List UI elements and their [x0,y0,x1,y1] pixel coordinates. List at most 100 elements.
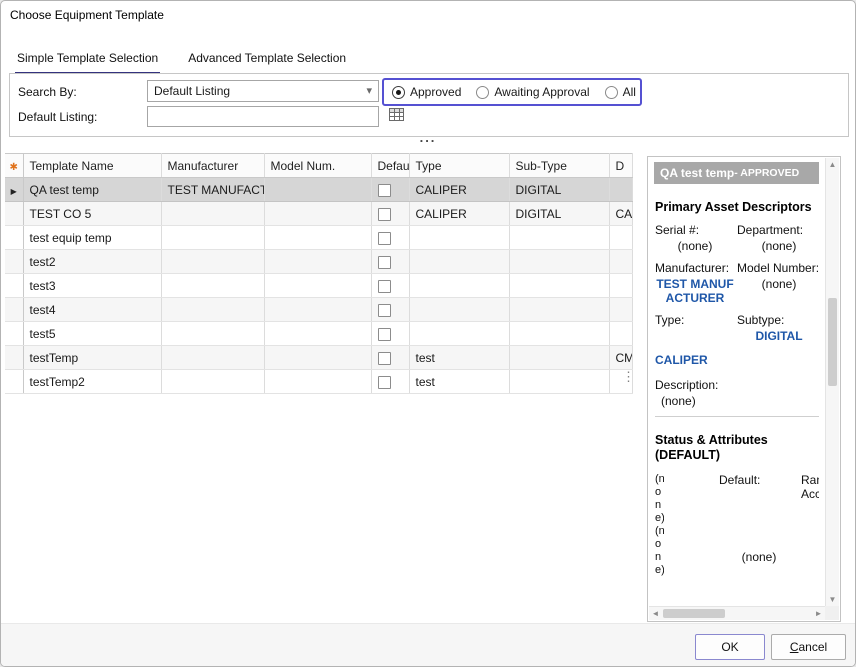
preview-horizontal-scrollbar[interactable]: ◄ ► [649,606,825,620]
row-indicator [5,370,23,394]
cell-template-name: TEST CO 5 [23,202,161,226]
row-indicator [5,226,23,250]
department-value: (none) [737,239,819,253]
scroll-right-icon[interactable]: ► [812,607,825,620]
scroll-down-icon[interactable]: ▼ [826,593,839,606]
cell-manufacturer [161,202,264,226]
cell-model-num [264,202,371,226]
cell-manufacturer [161,346,264,370]
cell-model-num [264,298,371,322]
column-header-default[interactable]: Defau [371,154,409,178]
chevron-down-icon: ▾ [366,84,372,97]
department-label: Department: [737,223,819,237]
radio-label: Approved [410,85,461,99]
cell-description [609,250,632,274]
ok-button[interactable]: OK [695,634,765,660]
radio-option-approved[interactable]: Approved [392,85,461,99]
tab-advanced-template-selection[interactable]: Advanced Template Selection [186,47,348,75]
cell-template-name: testTemp [23,346,161,370]
subtype-value: DIGITAL [737,329,819,343]
current-row-arrow-icon: ▶ [11,187,17,196]
vertical-scroll-thumb[interactable] [828,298,837,386]
cell-type [409,274,509,298]
cell-model-num [264,274,371,298]
preview-vertical-scrollbar[interactable]: ▲ ▼ [825,158,839,606]
column-header-manufacturer[interactable]: Manufacturer [161,154,264,178]
table-row[interactable]: test4 [5,298,632,322]
cell-default [371,370,409,394]
default-checkbox[interactable] [378,304,391,317]
section-divider [655,416,819,417]
column-header-model-num[interactable]: Model Num. [264,154,371,178]
default-checkbox[interactable] [378,376,391,389]
default-checkbox[interactable] [378,232,391,245]
cell-type: CALIPER [409,202,509,226]
grid-header-row: ✱ Template Name Manufacturer Model Num. … [5,154,632,178]
cell-type: CALIPER [409,178,509,202]
listing-grid-icon[interactable] [388,108,405,123]
radio-label: All [623,85,636,99]
column-header-template-name[interactable]: Template Name [23,154,161,178]
search-by-dropdown[interactable]: Default Listing ▾ [147,80,379,102]
radio-unselected-icon [476,86,489,99]
choose-equipment-template-dialog: Choose Equipment Template Simple Templat… [0,0,856,667]
default-checkbox[interactable] [378,328,391,341]
column-header-type[interactable]: Type [409,154,509,178]
horizontal-scroll-thumb[interactable] [663,609,725,618]
new-row-marker-icon: ✱ [10,162,18,173]
manufacturer-label: Manufacturer: [655,261,735,275]
column-header-description[interactable]: D [609,154,632,178]
cell-model-num [264,322,371,346]
row-indicator [5,298,23,322]
radio-option-all[interactable]: All [605,85,636,99]
default-checkbox[interactable] [378,256,391,269]
radio-selected-icon [392,86,405,99]
model-number-label: Model Number: [737,261,819,275]
table-row[interactable]: ▶ QA test temp TEST MANUFACTUR CALIPER D… [5,178,632,202]
vertical-splitter-handle[interactable]: ⋮ [622,373,632,381]
scroll-up-icon[interactable]: ▲ [826,158,839,171]
tab-simple-template-selection[interactable]: Simple Template Selection [15,47,160,75]
cell-sub-type: DIGITAL [509,202,609,226]
radio-option-awaiting-approval[interactable]: Awaiting Approval [476,85,589,99]
default-listing-input[interactable] [147,106,379,127]
table-row[interactable]: testTemp2 test [5,370,632,394]
table-row[interactable]: test5 [5,322,632,346]
range-accuracy-value: (none)(none) [655,473,664,606]
cell-type: test [409,370,509,394]
serial-label: Serial #: [655,223,735,237]
horizontal-splitter-handle[interactable]: ... [1,131,855,145]
cell-default [371,346,409,370]
cancel-button[interactable]: Cancel [771,634,846,660]
description-label: Description: [655,378,819,392]
table-row[interactable]: testTemp test CM [5,346,632,370]
table-row[interactable]: TEST CO 5 CALIPER DIGITAL CA [5,202,632,226]
default-checkbox[interactable] [378,280,391,293]
table-row[interactable]: test2 [5,250,632,274]
default-checkbox[interactable] [378,208,391,221]
cell-description [609,274,632,298]
radio-unselected-icon [605,86,618,99]
template-grid: ✱ Template Name Manufacturer Model Num. … [5,153,633,394]
default-value: (none) [719,550,799,603]
cell-sub-type [509,322,609,346]
scroll-left-icon[interactable]: ◄ [649,607,662,620]
default-checkbox[interactable] [378,184,391,197]
default-label: Default: [719,473,799,540]
column-header-sub-type[interactable]: Sub-Type [509,154,609,178]
preview-status-badge: - APPROVED [734,167,799,179]
default-listing-label: Default Listing: [18,110,97,124]
preview-panel: QA test temp - APPROVED Primary Asset De… [647,156,841,622]
default-checkbox[interactable] [378,352,391,365]
cell-model-num [264,226,371,250]
cell-manufacturer [161,226,264,250]
cell-sub-type [509,346,609,370]
table-row[interactable]: test equip temp [5,226,632,250]
table-row[interactable]: test3 [5,274,632,298]
row-indicator [5,346,23,370]
description-value: (none) [661,394,819,408]
cell-type [409,226,509,250]
preview-template-name: QA test temp [660,166,734,180]
cell-description: CA [609,202,632,226]
approval-filter-group: Approved Awaiting Approval All [382,78,642,106]
